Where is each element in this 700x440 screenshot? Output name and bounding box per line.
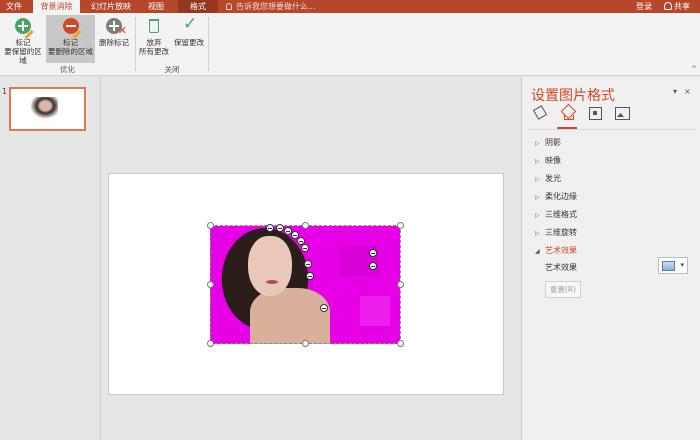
share-label: 共享 (674, 2, 690, 11)
section-reflection[interactable]: ▷ 映像 (535, 155, 561, 166)
group-separator (208, 17, 209, 71)
remove-mark-icon[interactable] (301, 244, 309, 252)
picture-icon[interactable] (614, 105, 630, 121)
keep-changes-label: 保留更改 (174, 38, 204, 47)
remove-mark-icon[interactable] (320, 304, 328, 312)
effects-icon[interactable] (560, 105, 576, 121)
trash-icon (145, 17, 163, 35)
resize-handle[interactable] (302, 222, 309, 229)
remove-mark-icon[interactable] (369, 249, 377, 257)
portrait-shoulders (250, 288, 330, 344)
remove-mark-icon[interactable] (266, 224, 274, 232)
ribbon: 标记 要保留的区域 标记 要删除的区域 ✕ 删除标记 放弃 所有更改 ✓ 保留更… (0, 13, 700, 76)
discard-label-1: 放弃 (146, 38, 162, 47)
tab-background-removal[interactable]: 背景消除 (33, 0, 80, 13)
pane-title: 设置图片格式 (531, 88, 615, 104)
person-icon (664, 2, 672, 10)
lightbulb-icon (226, 3, 232, 10)
tell-me-box[interactable]: 告诉我您想要做什么... (226, 0, 316, 13)
format-picture-pane: 设置图片格式 ▾ × ▷ 阴影 ▷ 映像 ▷ 发光 ▷ 柔化边缘 ▷ 三维格式 ▷ 三维旋转… (521, 77, 700, 440)
section-soft-edges[interactable]: ▷ 柔化边缘 (535, 191, 577, 202)
section-shadow[interactable]: ▷ 阴影 (535, 137, 561, 148)
mark-remove-label-1: 标记 (63, 38, 78, 47)
portrait-face (248, 236, 292, 296)
resize-handle[interactable] (397, 281, 404, 288)
tell-me-text: 告诉我您想要做什么... (236, 2, 316, 11)
artistic-effects-label: 艺术效果 (545, 263, 577, 272)
remove-mark-icon[interactable] (276, 224, 284, 232)
mark-keep-label-2: 要保留的区域 (4, 47, 42, 65)
delete-mark-button[interactable]: ✕ 删除标记 (96, 15, 132, 63)
slide-thumbnail[interactable] (9, 87, 86, 131)
delete-mark-icon: ✕ (105, 17, 127, 36)
group-label-optimize: 优化 (60, 65, 75, 74)
share-button[interactable]: 共享 (664, 0, 690, 13)
remove-mark-icon[interactable] (306, 272, 314, 280)
expand-arrow-icon: ▷ (535, 140, 540, 147)
collapse-ribbon-icon[interactable]: ^ (691, 65, 697, 73)
thumbnail-image (30, 97, 58, 119)
slide-thumbnail-pane: 1 (0, 77, 101, 440)
keep-changes-button[interactable]: ✓ 保留更改 (171, 15, 207, 63)
group-separator (135, 17, 136, 71)
pane-close-icon[interactable]: × (684, 87, 691, 96)
section-artistic-effects[interactable]: ◢ 艺术效果 (535, 245, 577, 256)
mark-remove-button[interactable]: 标记 要删除的区域 (46, 15, 95, 63)
mark-keep-button[interactable]: 标记 要保留的区域 (1, 15, 45, 65)
resize-handle[interactable] (207, 340, 214, 347)
login-link[interactable]: 登录 (636, 0, 652, 13)
tab-file[interactable]: 文件 (0, 0, 28, 13)
checkmark-icon: ✓ (183, 14, 198, 34)
fill-line-icon[interactable] (532, 105, 548, 121)
section-3d-rotation[interactable]: ▷ 三维旋转 (535, 227, 577, 238)
resize-handle[interactable] (207, 281, 214, 288)
group-label-close: 关闭 (164, 65, 180, 74)
artistic-effects-dropdown[interactable]: ▾ (658, 257, 688, 274)
mark-remove-icon (62, 17, 82, 40)
expand-arrow-icon: ▷ (535, 176, 540, 183)
resize-handle[interactable] (397, 340, 404, 347)
mark-remove-label-2: 要删除的区域 (48, 47, 93, 56)
slide-number: 1 (2, 87, 8, 96)
delete-mark-label: 删除标记 (99, 38, 129, 47)
pane-divider (528, 129, 695, 130)
remove-mark-icon[interactable] (369, 262, 377, 270)
reset-button[interactable]: 重置(R) (545, 281, 581, 298)
expand-arrow-icon: ▷ (535, 194, 540, 201)
section-glow[interactable]: ▷ 发光 (535, 173, 561, 184)
ribbon-tab-bar: 文件 背景消除 幻灯片放映 视图 格式 告诉我您想要做什么... 登录 共享 (0, 0, 700, 13)
resize-handle[interactable] (207, 222, 214, 229)
resize-handle[interactable] (397, 222, 404, 229)
tab-slideshow[interactable]: 幻灯片放映 (85, 0, 137, 13)
expand-arrow-icon: ▷ (535, 158, 540, 165)
tab-view[interactable]: 视图 (141, 0, 171, 13)
mark-keep-icon (14, 17, 34, 40)
mark-keep-label-1: 标记 (15, 38, 31, 47)
expand-arrow-icon: ▷ (535, 212, 540, 219)
chevron-down-icon: ▾ (680, 261, 684, 269)
tab-format[interactable]: 格式 (178, 0, 218, 13)
collapse-arrow-icon: ◢ (535, 248, 540, 255)
picture-effect-icon (662, 261, 675, 271)
remove-mark-icon[interactable] (304, 260, 312, 268)
discard-changes-button[interactable]: 放弃 所有更改 (137, 15, 171, 63)
discard-label-2: 所有更改 (139, 47, 169, 56)
expand-arrow-icon: ▷ (535, 230, 540, 237)
pane-options-dropdown[interactable]: ▾ (673, 87, 677, 96)
resize-handle[interactable] (302, 340, 309, 347)
section-3d-format[interactable]: ▷ 三维格式 (535, 209, 577, 220)
size-properties-icon[interactable] (587, 105, 603, 121)
